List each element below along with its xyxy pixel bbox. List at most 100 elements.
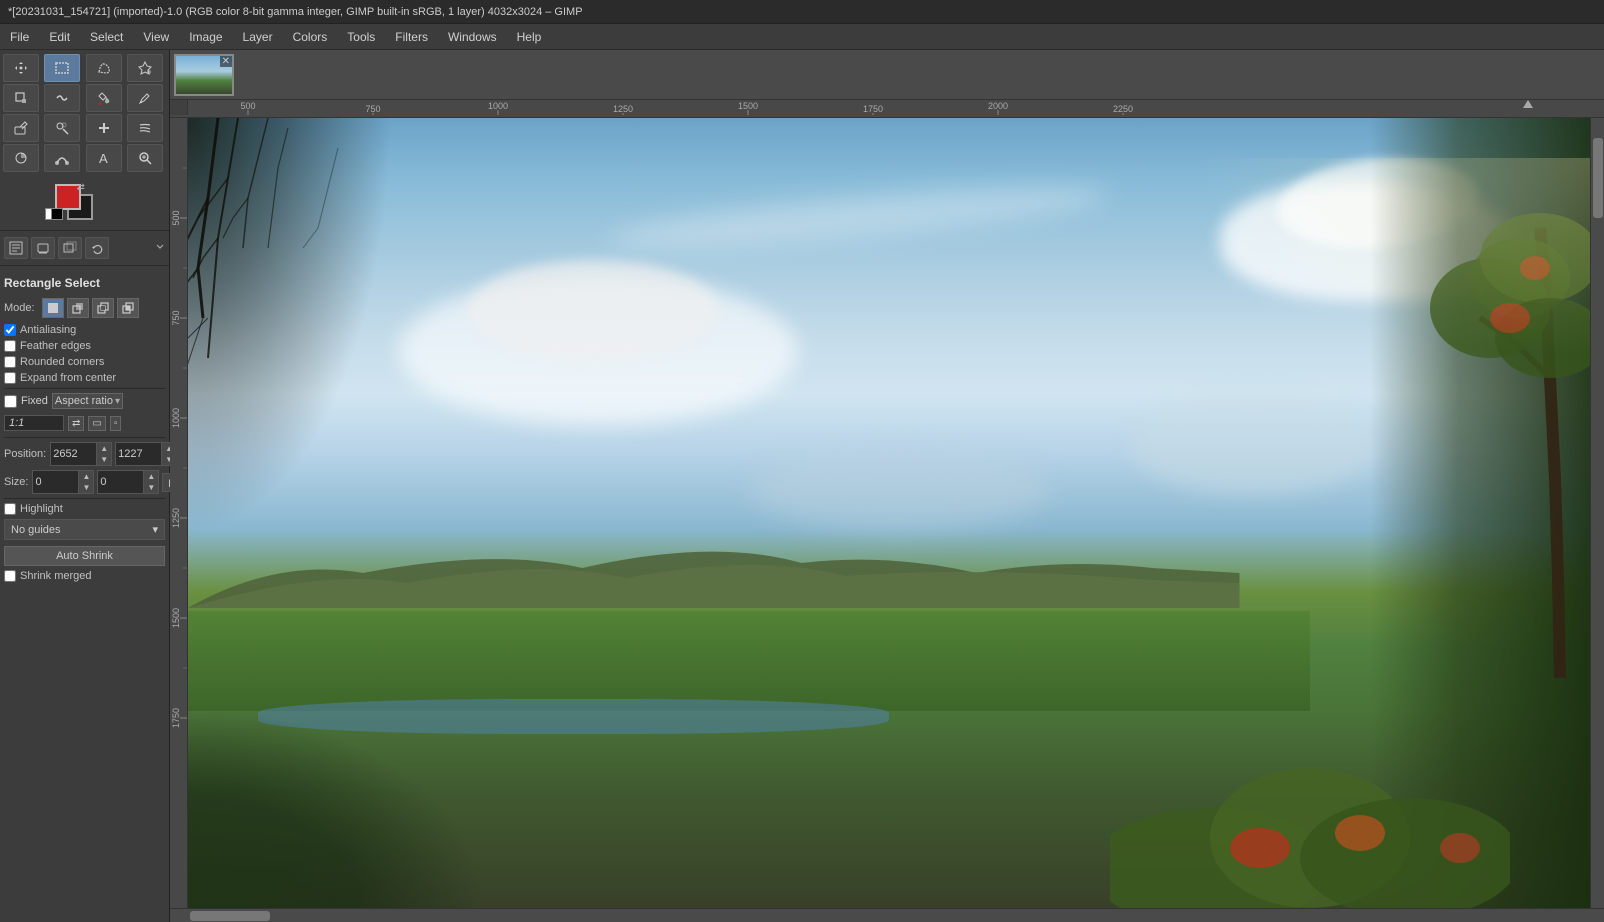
- guides-dropdown[interactable]: No guides ▾: [4, 519, 165, 540]
- antialiasing-checkbox[interactable]: [4, 324, 16, 336]
- position-y-input[interactable]: [116, 446, 161, 462]
- mode-label: Mode:: [4, 302, 35, 314]
- erase-tool[interactable]: [3, 114, 39, 142]
- vscroll-thumb[interactable]: [1593, 138, 1603, 218]
- image-thumbnail[interactable]: ✕: [174, 54, 234, 96]
- toolbox-top-row: [0, 50, 169, 84]
- collapse-panel-btn[interactable]: [155, 241, 165, 255]
- rounded-corners-label[interactable]: Rounded corners: [4, 356, 104, 368]
- divider-1: [0, 230, 169, 231]
- menu-help[interactable]: Help: [507, 24, 552, 49]
- images-panel-icon[interactable]: [58, 237, 82, 259]
- size-w-input[interactable]: [33, 474, 78, 490]
- swap-colors-icon[interactable]: ⇄: [77, 182, 85, 193]
- mode-row: Mode:: [4, 298, 165, 318]
- size-w-down[interactable]: ▼: [78, 482, 93, 493]
- undo-history-icon[interactable]: [85, 237, 109, 259]
- device-status-icon[interactable]: [31, 237, 55, 259]
- fixed-checkbox[interactable]: [4, 395, 17, 408]
- transform-tool[interactable]: [3, 84, 39, 112]
- warp-tool[interactable]: [44, 84, 80, 112]
- tool-options-panel-icon[interactable]: [4, 237, 28, 259]
- svg-text:1500: 1500: [171, 608, 181, 628]
- mode-replace[interactable]: [42, 298, 64, 318]
- horizontal-scrollbar[interactable]: [170, 908, 1604, 922]
- expand-from-center-label[interactable]: Expand from center: [4, 372, 116, 384]
- fixed-row: Fixed Aspect ratio ▾: [4, 393, 165, 409]
- mode-subtract[interactable]: [92, 298, 114, 318]
- heal-tool[interactable]: [86, 114, 122, 142]
- size-row: Size: ▲ ▼ ▲ ▼: [4, 470, 165, 494]
- feather-edges-checkbox[interactable]: [4, 340, 16, 352]
- size-w-wrapper: ▲ ▼: [32, 470, 94, 494]
- menu-filters[interactable]: Filters: [385, 24, 438, 49]
- size-h-up[interactable]: ▲: [143, 471, 158, 482]
- menu-select[interactable]: Select: [80, 24, 133, 49]
- size-w-up[interactable]: ▲: [78, 471, 93, 482]
- mode-add[interactable]: [67, 298, 89, 318]
- panel-icons-row: [0, 235, 169, 261]
- ratio-input[interactable]: [4, 415, 64, 431]
- svg-text:1750: 1750: [863, 104, 883, 114]
- size-h-spin: ▲ ▼: [143, 471, 158, 493]
- menu-tools[interactable]: Tools: [337, 24, 385, 49]
- zoom-tool[interactable]: [127, 144, 163, 172]
- photo-background: [188, 118, 1590, 908]
- path-tool[interactable]: [44, 144, 80, 172]
- aspect-ratio-dropdown[interactable]: Aspect ratio ▾: [52, 393, 123, 409]
- dodge-burn-tool[interactable]: [3, 144, 39, 172]
- vertical-scrollbar[interactable]: [1590, 118, 1604, 908]
- pencil-tool[interactable]: [127, 84, 163, 112]
- image-bar: ✕: [170, 50, 1604, 100]
- default-colors-icon[interactable]: [51, 208, 63, 220]
- bucket-fill-tool[interactable]: [86, 84, 122, 112]
- title-text: *[20231031_154721] (imported)-1.0 (RGB c…: [8, 6, 583, 18]
- titlebar: *[20231031_154721] (imported)-1.0 (RGB c…: [0, 0, 1604, 24]
- svg-text:1750: 1750: [171, 708, 181, 728]
- position-x-down[interactable]: ▼: [96, 454, 111, 465]
- ratio-size-btn2[interactable]: ▫: [110, 416, 122, 431]
- text-tool[interactable]: A: [86, 144, 122, 172]
- tool-options-title: Rectangle Select: [4, 274, 165, 292]
- expand-from-center-checkbox[interactable]: [4, 372, 16, 384]
- position-x-up[interactable]: ▲: [96, 443, 111, 454]
- smudge-tool[interactable]: [127, 114, 163, 142]
- size-h-down[interactable]: ▼: [143, 482, 158, 493]
- shrink-merged-checkbox[interactable]: [4, 570, 16, 582]
- close-image-icon[interactable]: ✕: [220, 56, 232, 67]
- feather-edges-label[interactable]: Feather edges: [4, 340, 91, 352]
- toolbox-row2: [0, 84, 169, 114]
- menu-image[interactable]: Image: [179, 24, 232, 49]
- svg-text:1000: 1000: [171, 408, 181, 428]
- rounded-corners-checkbox[interactable]: [4, 356, 16, 368]
- size-w-spin: ▲ ▼: [78, 471, 93, 493]
- menu-layer[interactable]: Layer: [233, 24, 283, 49]
- highlight-checkbox[interactable]: [4, 503, 16, 515]
- highlight-label[interactable]: Highlight: [4, 503, 63, 515]
- hscroll-thumb[interactable]: [190, 911, 270, 921]
- menu-colors[interactable]: Colors: [283, 24, 338, 49]
- mode-intersect[interactable]: [117, 298, 139, 318]
- clone-tool[interactable]: [44, 114, 80, 142]
- menu-view[interactable]: View: [133, 24, 179, 49]
- auto-shrink-button[interactable]: Auto Shrink: [4, 546, 165, 566]
- free-select-tool[interactable]: [86, 54, 122, 82]
- move-tool[interactable]: [3, 54, 39, 82]
- expand-from-center-row: Expand from center: [4, 372, 165, 384]
- menu-file[interactable]: File: [0, 24, 39, 49]
- shrink-merged-label[interactable]: Shrink merged: [4, 570, 92, 582]
- canvas-image-area[interactable]: [188, 118, 1590, 908]
- antialiasing-label[interactable]: Antialiasing: [4, 324, 76, 336]
- rect-select-tool[interactable]: [44, 54, 80, 82]
- size-h-input[interactable]: [98, 474, 143, 490]
- menu-edit[interactable]: Edit: [39, 24, 80, 49]
- menu-windows[interactable]: Windows: [438, 24, 507, 49]
- fuzzy-select-tool[interactable]: [127, 54, 163, 82]
- toolbox-row4: A: [0, 144, 169, 176]
- size-label: Size:: [4, 476, 28, 488]
- ratio-swap-btn[interactable]: ⇄: [68, 416, 84, 431]
- position-x-input[interactable]: [51, 446, 96, 462]
- ratio-size-btn[interactable]: ▭: [88, 416, 105, 431]
- position-x-wrapper: ▲ ▼: [50, 442, 112, 466]
- fixed-checkbox-label[interactable]: Fixed: [4, 395, 48, 408]
